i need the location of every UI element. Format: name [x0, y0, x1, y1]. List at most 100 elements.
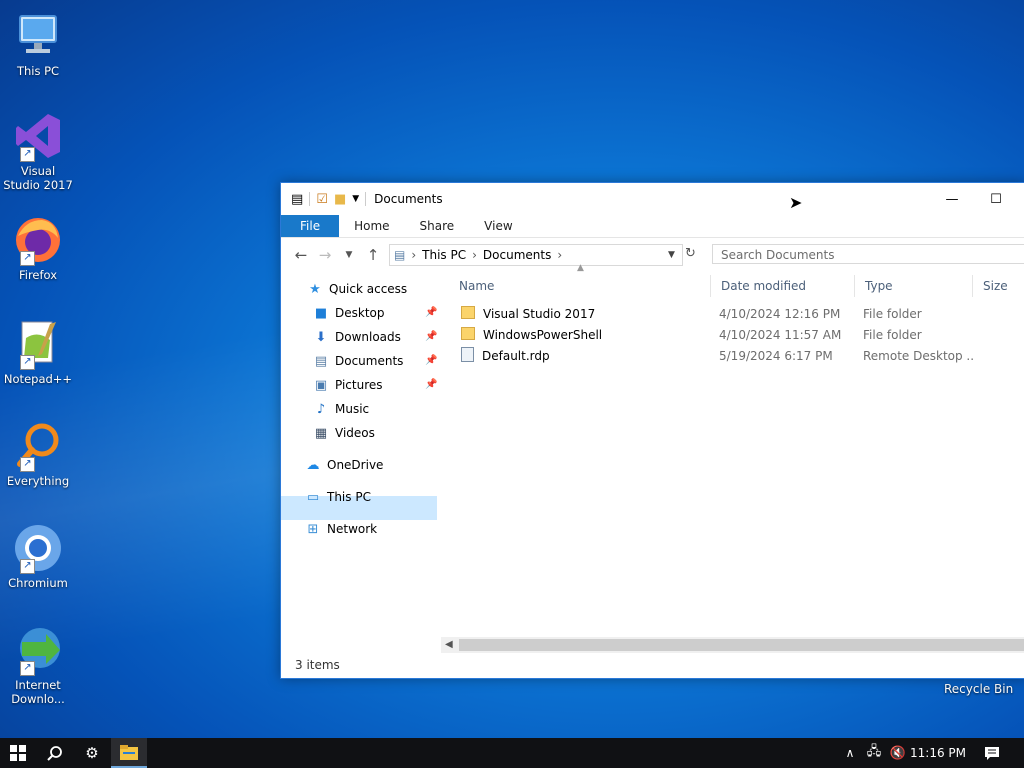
separator: [309, 192, 311, 206]
file-type: Remote Desktop ...: [863, 349, 973, 363]
recycle-bin-label[interactable]: Recycle Bin: [944, 682, 1013, 696]
file-name: WindowsPowerShell: [483, 328, 603, 342]
shortcut-arrow-icon: ↗: [20, 147, 35, 162]
title-bar[interactable]: ▤ ☑ ■ ▼ Documents — ☐: [281, 183, 1024, 215]
up-arrow-icon[interactable]: ↑: [361, 246, 385, 264]
documents-icon: ▤: [314, 353, 328, 369]
desktop-icon-label: Visual Studio 2017: [3, 164, 73, 192]
computer-icon: ▭: [306, 489, 320, 505]
breadcrumb-separator-icon: ›: [472, 248, 477, 262]
column-size[interactable]: Size: [973, 275, 1024, 297]
scrollbar-thumb[interactable]: [459, 639, 1024, 651]
column-type[interactable]: Type: [855, 275, 973, 297]
column-name[interactable]: Name: [449, 275, 711, 297]
file-explorer-taskbar-icon[interactable]: [111, 738, 147, 768]
breadcrumb-documents[interactable]: Documents: [483, 248, 551, 262]
network-icon: ⊞: [307, 521, 319, 537]
file-row[interactable]: Visual Studio 2017 4/10/2024 12:16 PM Fi…: [449, 304, 1024, 325]
tab-view[interactable]: View: [469, 215, 527, 237]
pin-icon[interactable]: 📌: [425, 307, 437, 318]
notifications-icon[interactable]: [974, 738, 1010, 768]
pin-icon[interactable]: 📌: [425, 331, 437, 342]
file-name: Default.rdp: [482, 349, 550, 363]
nav-onedrive[interactable]: ☁ OneDrive: [305, 454, 384, 476]
new-folder-icon[interactable]: ■: [334, 192, 346, 207]
scroll-left-arrow-icon[interactable]: ◀: [445, 637, 453, 653]
computer-icon: [12, 10, 64, 62]
tab-home[interactable]: Home: [339, 215, 404, 237]
window-title: Documents: [374, 192, 443, 206]
ribbon-tabs: File Home Share View: [281, 215, 1024, 238]
nav-network[interactable]: ⊞ Network: [305, 518, 378, 540]
shortcut-arrow-icon: ↗: [20, 559, 35, 574]
nav-pictures[interactable]: ▣ Pictures: [313, 374, 383, 396]
cloud-icon: ☁: [306, 457, 320, 473]
visual-studio-icon: ↗: [12, 110, 64, 162]
start-windows-icon[interactable]: [0, 738, 36, 768]
nav-label: Documents: [335, 354, 404, 368]
everything-search-icon: ↗: [12, 420, 64, 472]
tab-share[interactable]: Share: [405, 215, 470, 237]
desktop-icon-chromium[interactable]: ↗ Chromium: [2, 522, 74, 590]
back-arrow-icon[interactable]: ←: [289, 246, 313, 264]
remote-desktop-file-icon: [461, 347, 474, 362]
nav-label: Downloads: [335, 330, 401, 344]
desktop-icon-visual-studio[interactable]: ↗ Visual Studio 2017: [2, 110, 74, 192]
file-date: 4/10/2024 11:57 AM: [719, 328, 842, 342]
column-date-modified[interactable]: Date modified: [711, 275, 855, 297]
shortcut-arrow-icon: ↗: [20, 355, 35, 370]
desktop-icon-notepad-plus-plus[interactable]: ↗ Notepad++: [2, 318, 74, 386]
folder-icon: [461, 306, 475, 319]
nav-desktop[interactable]: ■ Desktop: [313, 302, 385, 324]
desktop-icon-internet-download-manager[interactable]: ↗ Internet Downlo...: [2, 624, 74, 706]
settings-gear-icon[interactable]: ⚙: [74, 738, 110, 768]
navigation-pane: ★ Quick access ■ Desktop 📌 ⬇ Downloads 📌…: [281, 273, 438, 633]
breadcrumb-separator-icon: ›: [411, 248, 417, 262]
forward-arrow-icon[interactable]: →: [313, 246, 337, 264]
minimize-button[interactable]: —: [929, 183, 975, 215]
recent-locations-chevron-icon[interactable]: ▼: [337, 250, 361, 260]
pin-icon[interactable]: 📌: [425, 355, 437, 366]
desktop-icon-this-pc[interactable]: This PC: [2, 10, 74, 78]
notepad-plus-plus-icon: ↗: [12, 318, 64, 370]
breadcrumb-this-pc[interactable]: This PC: [422, 248, 466, 262]
separator: [365, 192, 367, 206]
file-row[interactable]: WindowsPowerShell 4/10/2024 11:57 AM Fil…: [449, 325, 1024, 346]
address-dropdown-chevron-icon[interactable]: ▼: [668, 250, 675, 260]
chromium-icon: ↗: [12, 522, 64, 574]
address-bar[interactable]: ▤ › This PC › Documents › ▼: [389, 244, 683, 266]
search-input[interactable]: Search Documents: [712, 244, 1024, 264]
taskbar: ⚙ ∧ 🖧 🔇 11:16 PM: [0, 738, 1024, 768]
desktop-icon-everything[interactable]: ↗ Everything: [2, 420, 74, 488]
star-icon: ★: [309, 281, 321, 297]
nav-quick-access[interactable]: ★ Quick access: [307, 278, 407, 300]
refresh-icon[interactable]: ↻: [685, 246, 696, 261]
nav-music[interactable]: ♪ Music: [313, 398, 369, 420]
desktop-icon-label: Notepad++: [3, 372, 73, 386]
pictures-icon: ▣: [314, 377, 328, 393]
document-icon: ▤: [291, 191, 304, 207]
shortcut-arrow-icon: ↗: [20, 251, 35, 266]
nav-label: OneDrive: [327, 458, 384, 472]
maximize-button[interactable]: ☐: [973, 183, 1019, 215]
file-explorer-window: ▤ ☑ ■ ▼ Documents — ☐ File Home Share Vi…: [280, 182, 1024, 679]
desktop-icon-label: Chromium: [8, 576, 68, 590]
download-manager-icon: ↗: [12, 624, 64, 676]
horizontal-scrollbar[interactable]: ◀: [441, 637, 1024, 653]
properties-icon[interactable]: ☑: [316, 192, 328, 207]
desktop-icon-firefox[interactable]: ↗ Firefox: [2, 214, 74, 282]
nav-label: Videos: [335, 426, 375, 440]
taskbar-clock[interactable]: 11:16 PM: [910, 738, 966, 768]
nav-videos[interactable]: ▦ Videos: [313, 422, 375, 444]
tab-file[interactable]: File: [281, 215, 340, 237]
file-row[interactable]: Default.rdp 5/19/2024 6:17 PM Remote Des…: [449, 346, 1024, 367]
pin-icon[interactable]: 📌: [425, 379, 437, 390]
desktop-icon-label: This PC: [16, 64, 60, 78]
firefox-icon: ↗: [12, 214, 64, 266]
breadcrumb-separator-icon: ›: [557, 248, 563, 262]
nav-this-pc[interactable]: ▭ This PC: [305, 486, 371, 508]
customize-quick-access-chevron-icon[interactable]: ▼: [352, 194, 359, 204]
search-icon[interactable]: [37, 738, 73, 768]
nav-downloads[interactable]: ⬇ Downloads: [313, 326, 401, 348]
nav-documents[interactable]: ▤ Documents: [313, 350, 404, 372]
